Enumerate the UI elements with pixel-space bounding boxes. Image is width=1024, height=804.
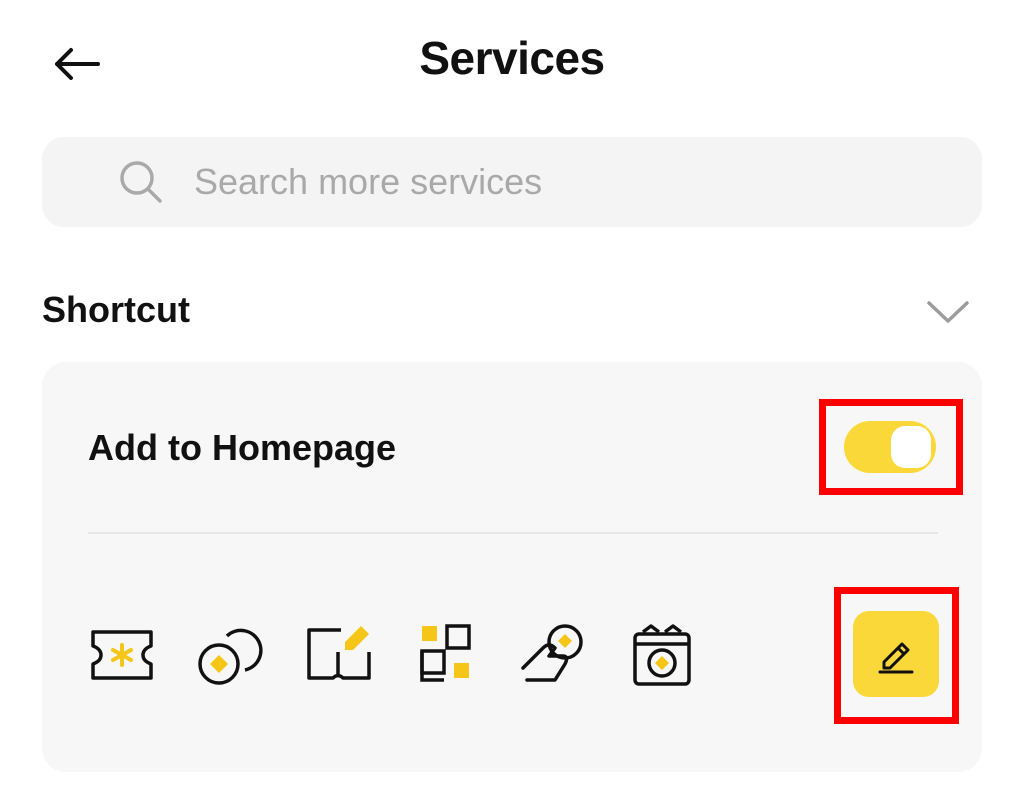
divider bbox=[88, 532, 938, 534]
page-title: Services bbox=[419, 32, 605, 84]
chevron-down-icon bbox=[927, 301, 969, 323]
ticket-icon bbox=[91, 630, 153, 680]
shortcut-coins-button[interactable] bbox=[195, 622, 265, 688]
search-input[interactable] bbox=[194, 161, 894, 203]
toggle-knob bbox=[891, 426, 931, 468]
shortcut-card bbox=[42, 362, 982, 772]
apps-grid-icon bbox=[420, 624, 471, 682]
coins-icon bbox=[198, 628, 263, 685]
add-to-homepage-label: Add to Homepage bbox=[88, 427, 397, 468]
search-icon bbox=[118, 159, 164, 205]
shortcut-ticket-button[interactable] bbox=[87, 622, 157, 688]
services-page: Services Shortcut Add to Homepage bbox=[0, 0, 1024, 804]
shortcut-book-button[interactable] bbox=[303, 622, 373, 688]
section-collapse-button[interactable] bbox=[924, 294, 972, 330]
shortcut-gift-button[interactable] bbox=[627, 622, 697, 688]
add-to-homepage-toggle[interactable] bbox=[844, 421, 936, 473]
section-title-shortcut: Shortcut bbox=[42, 289, 190, 330]
shortcut-apps-button[interactable] bbox=[411, 622, 481, 688]
search-bar[interactable] bbox=[42, 137, 982, 227]
edit-shortcuts-button[interactable] bbox=[853, 611, 939, 697]
pencil-icon bbox=[878, 642, 914, 674]
book-edit-icon bbox=[307, 626, 371, 680]
gift-icon bbox=[633, 624, 691, 686]
hand-coin-icon bbox=[521, 624, 583, 682]
shortcut-payment-button[interactable] bbox=[519, 622, 589, 688]
